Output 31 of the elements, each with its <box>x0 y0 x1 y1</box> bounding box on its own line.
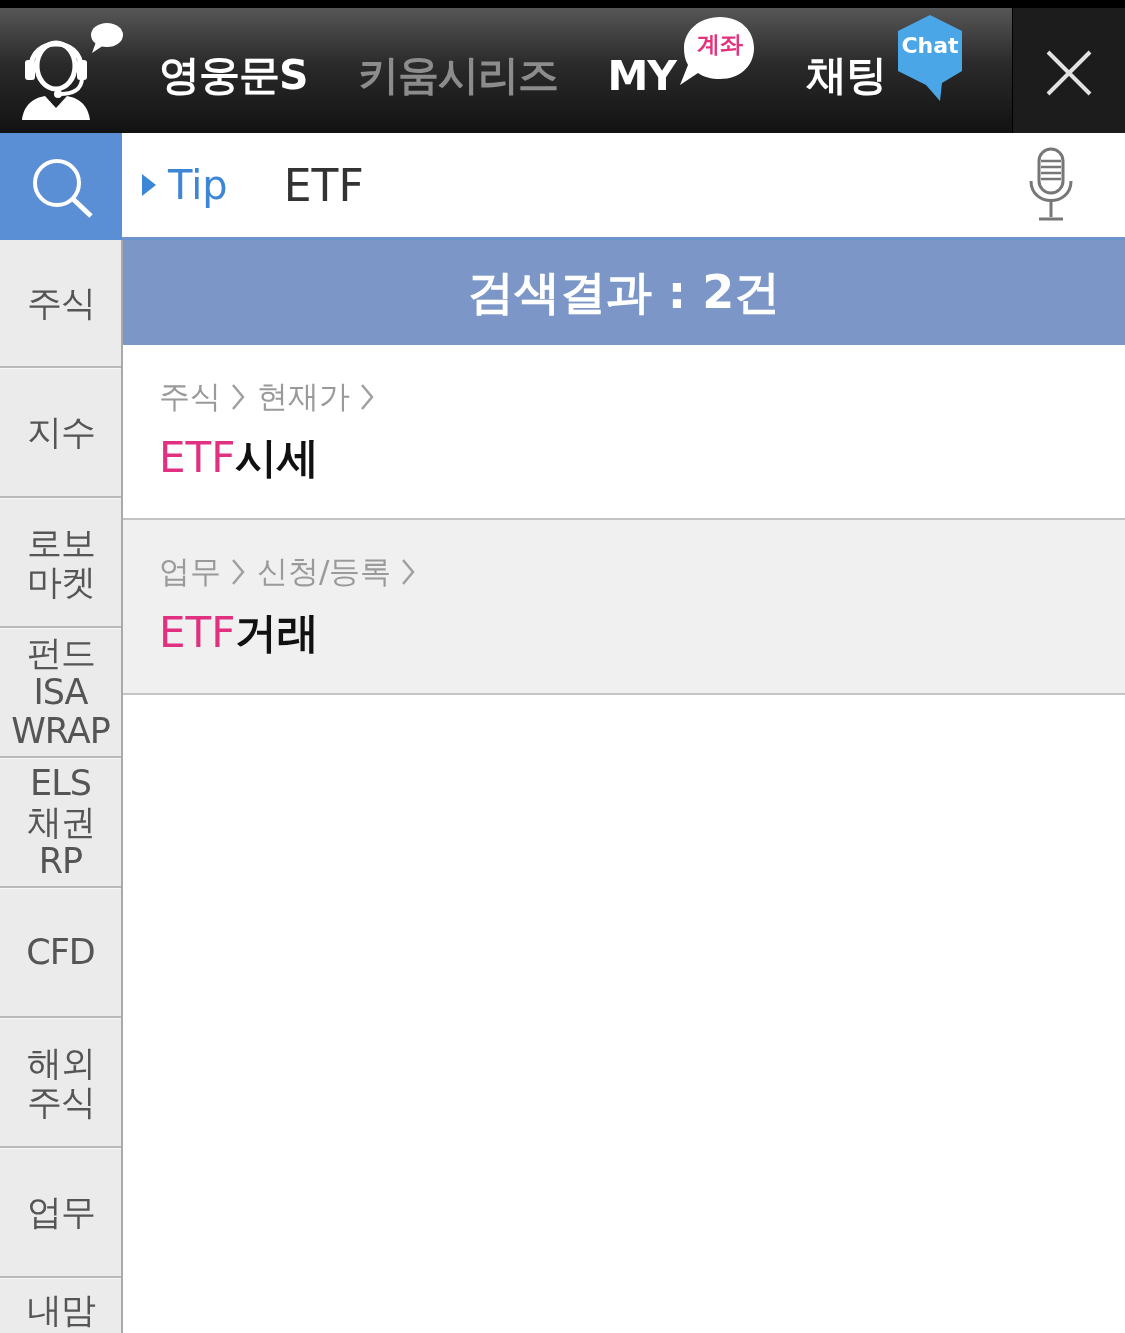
close-button[interactable] <box>1012 8 1125 133</box>
header-tab[interactable]: 채팅 Chat <box>806 8 963 133</box>
microphone-icon[interactable] <box>1027 147 1075 223</box>
hexagon-badge: Chat <box>898 15 963 101</box>
triangle-icon <box>142 174 156 196</box>
results-heading: 검색결과 : 2건 <box>123 240 1125 345</box>
sidebar-item[interactable]: 업무 <box>0 1148 121 1278</box>
sidebar-item[interactable]: CFD <box>0 888 121 1018</box>
search-button[interactable] <box>0 133 122 240</box>
breadcrumb-text: 현재가 <box>257 377 350 416</box>
sidebar-item[interactable]: 로보 마켓 <box>0 498 121 628</box>
sidebar-item[interactable]: ELS 채권 RP <box>0 758 121 888</box>
breadcrumb-text: 주식 <box>159 377 221 416</box>
result-title: ETF시세 <box>159 432 320 484</box>
chevron-icon <box>231 383 245 411</box>
chevron-icon <box>360 383 374 411</box>
search-field[interactable]: ETF <box>283 155 1027 215</box>
breadcrumb-text: 업무 <box>159 552 221 591</box>
header-tab[interactable]: MY 계좌 <box>607 8 757 133</box>
breadcrumb-text: 신청/등록 <box>257 552 392 591</box>
header-tab[interactable]: 영웅문S <box>159 8 308 133</box>
result-item[interactable]: 업무 신청/등록 ETF거래 <box>123 520 1125 695</box>
speech-bubble-badge: 계좌 <box>678 15 757 87</box>
sidebar-item[interactable]: 해외 주식 <box>0 1018 121 1148</box>
chevron-icon <box>401 558 416 586</box>
close-icon <box>1046 49 1092 96</box>
sidebar-item[interactable]: 펀드 ISA WRAP <box>0 628 121 758</box>
tip-link[interactable]: Tip <box>142 162 228 208</box>
result-title: ETF거래 <box>159 607 320 659</box>
sidebar-item[interactable]: 지수 <box>0 368 121 498</box>
chevron-icon <box>231 558 245 586</box>
